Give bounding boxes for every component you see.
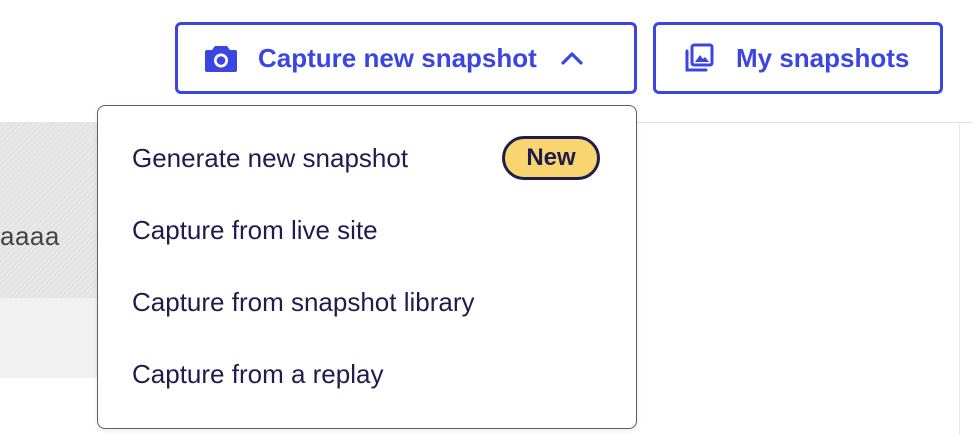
capture-new-snapshot-label: Capture new snapshot (258, 42, 537, 73)
chevron-up-icon (559, 45, 585, 71)
snapshot-thumbnail-text: aaaa (0, 221, 60, 251)
my-snapshots-button[interactable]: My snapshots (653, 22, 943, 94)
menu-item-capture-from-a-replay[interactable]: Capture from a replay (132, 354, 383, 394)
content-right-border (959, 122, 960, 434)
menu-item-capture-from-live-site[interactable]: Capture from live site (132, 210, 378, 250)
new-badge: New (502, 136, 600, 180)
snapshot-thumbnail[interactable] (0, 122, 110, 298)
menu-item-label: Capture from snapshot library (132, 286, 475, 317)
capture-new-snapshot-button[interactable]: Capture new snapshot (175, 22, 637, 94)
menu-item-generate-new-snapshot[interactable]: Generate new snapshot (132, 138, 408, 178)
snapshot-thumbnail-footer (0, 298, 110, 378)
capture-dropdown-menu: Generate new snapshot New Capture from l… (97, 105, 637, 429)
photo-library-icon (682, 41, 716, 75)
my-snapshots-label: My snapshots (736, 42, 910, 73)
content-divider (636, 122, 972, 123)
menu-item-capture-from-snapshot-library[interactable]: Capture from snapshot library (132, 282, 474, 322)
camera-icon (204, 41, 238, 75)
menu-item-label: Capture from a replay (132, 358, 384, 389)
menu-item-label: Generate new snapshot (132, 142, 409, 173)
menu-item-label: Capture from live site (132, 214, 378, 245)
